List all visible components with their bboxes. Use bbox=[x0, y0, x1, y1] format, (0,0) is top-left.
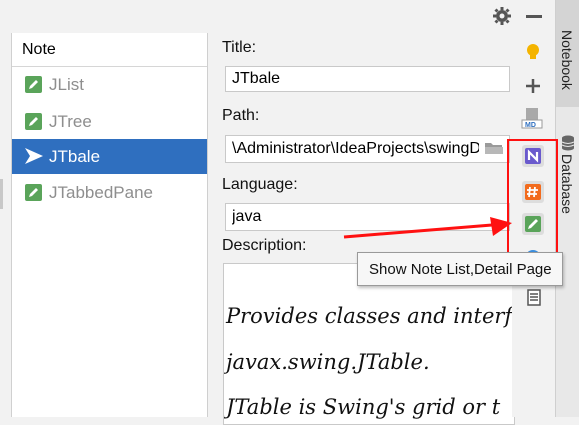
description-line: javax.swing.JTable. bbox=[226, 350, 430, 374]
arrow-right-icon bbox=[24, 147, 44, 170]
title-input[interactable] bbox=[226, 67, 509, 91]
description-label: Description: bbox=[222, 237, 307, 254]
note-icon bbox=[25, 184, 42, 201]
note-list-item[interactable]: JTree bbox=[12, 104, 207, 139]
note-list-item-label: JTree bbox=[49, 112, 92, 131]
folder-icon[interactable] bbox=[484, 140, 504, 161]
tool-window-header bbox=[0, 0, 555, 33]
note-list-item[interactable]: JList bbox=[12, 67, 207, 102]
gear-icon[interactable] bbox=[492, 6, 512, 31]
tab-notebook-label: Notebook bbox=[559, 30, 575, 90]
note-list-item-selected[interactable]: JTbale bbox=[12, 139, 207, 174]
note-list: Note JList JTree JTbale JTabbedPane bbox=[12, 33, 208, 417]
tab-database-label: Database bbox=[559, 154, 575, 214]
tooltip: Show Note List,Detail Page bbox=[357, 252, 563, 286]
tab-database[interactable]: Database bbox=[556, 130, 579, 230]
svg-text:MD: MD bbox=[525, 122, 536, 129]
path-input[interactable] bbox=[226, 136, 509, 162]
description-line: Provides classes and interf bbox=[226, 304, 513, 328]
note-list-header-label: Note bbox=[22, 41, 56, 58]
note-list-header[interactable]: Note bbox=[12, 33, 207, 67]
left-gutter bbox=[0, 33, 12, 417]
lightbulb-icon[interactable] bbox=[520, 39, 546, 65]
note-list-item-label: JTbale bbox=[49, 147, 101, 166]
plus-icon[interactable] bbox=[520, 73, 546, 99]
minus-icon[interactable] bbox=[526, 15, 542, 18]
annotation-arrow bbox=[343, 217, 512, 239]
note-list-item-label: JTabbedPane bbox=[49, 183, 153, 202]
note-icon bbox=[25, 76, 42, 93]
tab-notebook[interactable]: Notebook bbox=[556, 0, 579, 107]
list-icon[interactable] bbox=[520, 285, 546, 311]
path-field[interactable] bbox=[225, 135, 510, 163]
description-editor[interactable]: Provides classes and interf javax.swing.… bbox=[223, 263, 515, 425]
tooltip-text: Show Note List,Detail Page bbox=[369, 261, 552, 278]
markdown-icon[interactable]: MD bbox=[520, 105, 546, 131]
description-line: JTable is Swing's grid or t bbox=[226, 395, 501, 419]
title-field[interactable] bbox=[225, 66, 510, 92]
note-list-item[interactable]: JTabbedPane bbox=[12, 175, 207, 210]
title-label: Title: bbox=[222, 39, 257, 56]
path-label: Path: bbox=[222, 107, 260, 124]
note-icon bbox=[25, 113, 42, 130]
note-list-item-label: JList bbox=[49, 75, 84, 94]
language-label: Language: bbox=[222, 176, 298, 193]
tool-window-stripe: Notebook Database bbox=[555, 0, 579, 417]
